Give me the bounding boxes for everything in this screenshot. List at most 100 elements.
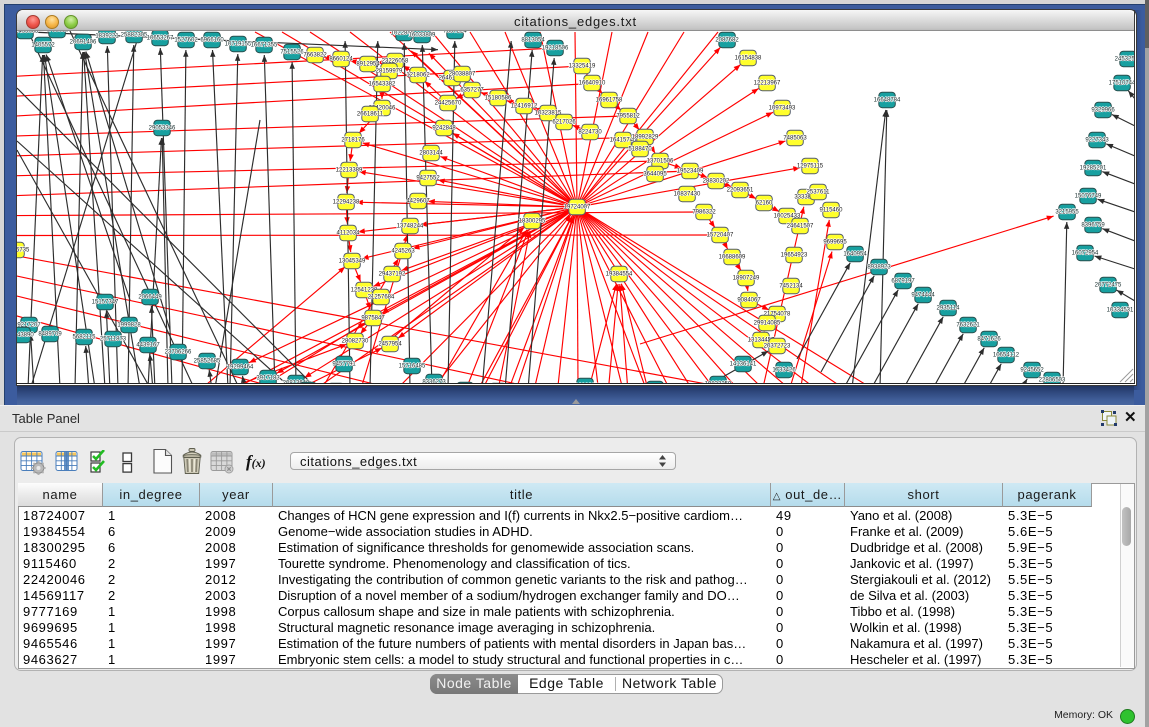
svg-text:15076749: 15076749 [1075, 194, 1102, 200]
svg-text:9699695: 9699695 [823, 240, 847, 246]
svg-text:7986322: 7986322 [692, 210, 716, 216]
svg-text:4143890: 4143890 [17, 333, 34, 339]
svg-text:10688609: 10688609 [719, 255, 746, 261]
svg-text:19384554: 19384554 [606, 272, 633, 278]
svg-text:10653267: 10653267 [147, 36, 174, 42]
svg-text:24425670: 24425670 [435, 101, 462, 107]
svg-text:3917183: 3917183 [256, 376, 280, 382]
svg-text:13701506: 13701506 [647, 159, 674, 165]
svg-text:5188470: 5188470 [628, 147, 652, 153]
svg-text:16033809: 16033809 [409, 33, 436, 39]
svg-text:18992829: 18992829 [632, 135, 659, 141]
svg-text:4112034: 4112034 [337, 231, 361, 237]
svg-text:15720407: 15720407 [707, 233, 734, 239]
svg-text:2457954: 2457954 [378, 342, 402, 348]
svg-text:9242848: 9242848 [432, 126, 456, 132]
svg-text:28159979: 28159979 [376, 69, 403, 75]
svg-text:10973493: 10973493 [769, 106, 796, 112]
svg-text:6966160: 6966160 [200, 38, 224, 44]
svg-text:2935114: 2935114 [937, 306, 961, 312]
svg-text:8224730: 8224730 [578, 130, 602, 136]
svg-text:6357277: 6357277 [460, 88, 484, 94]
svg-text:25882305: 25882305 [121, 33, 148, 39]
svg-text:9227343: 9227343 [1085, 138, 1109, 144]
svg-text:2066449: 2066449 [138, 295, 162, 301]
svg-text:24641507: 24641507 [787, 224, 814, 230]
svg-text:18300295: 18300295 [519, 219, 546, 225]
svg-text:18907249: 18907249 [733, 276, 760, 282]
svg-text:25711873: 25711873 [100, 337, 127, 343]
svg-text:1733426: 1733426 [772, 368, 796, 374]
svg-text:4429607: 4429607 [406, 199, 430, 205]
svg-text:21257684: 21257684 [368, 295, 395, 301]
svg-text:12213389: 12213389 [336, 168, 363, 174]
svg-text:7485063: 7485063 [783, 136, 807, 142]
svg-text:19724007: 19724007 [564, 205, 591, 211]
svg-text:19654923: 19654923 [781, 253, 808, 259]
svg-text:9427552: 9427552 [416, 176, 440, 182]
svg-text:19285201: 19285201 [1080, 166, 1107, 172]
svg-text:8489709: 8489709 [38, 332, 62, 338]
svg-text:1999828: 1999828 [117, 323, 141, 329]
svg-text:10719155: 10719155 [225, 42, 252, 48]
svg-text:22455603: 22455603 [17, 31, 39, 35]
svg-text:8471626: 8471626 [977, 337, 1001, 343]
svg-text:16671355: 16671355 [251, 43, 278, 49]
svg-text:16648784: 16648784 [874, 98, 901, 104]
svg-text:29914085: 29914085 [754, 321, 781, 327]
svg-text:7857224: 7857224 [443, 31, 467, 35]
svg-text:16072954: 16072954 [1072, 251, 1099, 257]
svg-text:2718176: 2718176 [341, 138, 365, 144]
svg-text:2087682: 2087682 [715, 38, 739, 44]
svg-text:14136141: 14136141 [730, 362, 757, 368]
svg-text:15157347: 15157347 [92, 300, 119, 306]
svg-text:28830202: 28830202 [703, 179, 730, 185]
svg-text:7632621: 7632621 [956, 323, 980, 329]
svg-text:1640954: 1640954 [843, 252, 867, 258]
svg-text:9457791: 9457791 [332, 362, 356, 368]
svg-text:20691406: 20691406 [70, 40, 97, 46]
svg-text:29437192: 29437192 [379, 272, 406, 278]
svg-text:62160: 62160 [756, 201, 773, 207]
svg-text:9245652: 9245652 [1020, 368, 1044, 374]
svg-text:1527602: 1527602 [174, 38, 198, 44]
svg-text:20372723: 20372723 [764, 344, 791, 350]
svg-text:16154838: 16154838 [735, 56, 762, 62]
svg-text:16543382: 16543382 [369, 82, 396, 88]
svg-text:13325419: 13325419 [569, 64, 596, 70]
svg-text:8912954: 8912954 [356, 62, 380, 68]
svg-text:17510744: 17510744 [1109, 81, 1134, 87]
svg-text:16961758: 16961758 [596, 98, 623, 104]
svg-text:5682115: 5682115 [73, 335, 97, 341]
svg-text:4439167: 4439167 [136, 343, 160, 349]
svg-text:28038807: 28038807 [449, 72, 476, 78]
svg-text:12213967: 12213967 [754, 81, 781, 87]
svg-text:8396759: 8396759 [1081, 223, 1105, 229]
svg-text:12294238: 12294238 [333, 200, 360, 206]
svg-text:20772475: 20772475 [1095, 283, 1122, 289]
svg-text:16640910: 16640910 [579, 81, 606, 87]
svg-text:8938923: 8938923 [867, 265, 891, 271]
svg-text:6217026: 6217026 [552, 120, 576, 126]
svg-text:13045349: 13045349 [339, 259, 366, 265]
svg-text:15716485: 15716485 [399, 364, 426, 370]
svg-text:7955812: 7955812 [616, 114, 640, 120]
svg-text:29053346: 29053346 [149, 126, 176, 132]
svg-text:2803144: 2803144 [419, 151, 443, 157]
svg-text:9474444: 9474444 [911, 293, 935, 299]
svg-text:19218506: 19218506 [542, 46, 569, 52]
svg-text:9329966: 9329966 [1091, 108, 1115, 114]
svg-text:1839221: 1839221 [95, 34, 119, 40]
svg-text:1405572: 1405572 [31, 43, 55, 49]
svg-text:9875847: 9875847 [361, 316, 385, 322]
svg-text:24532561: 24532561 [1115, 57, 1134, 63]
svg-text:25852685: 25852685 [194, 359, 221, 365]
svg-text:7452134: 7452134 [779, 284, 803, 290]
svg-text:9115460: 9115460 [820, 208, 844, 214]
svg-text:4735650: 4735650 [45, 31, 69, 34]
svg-text:10654112: 10654112 [993, 353, 1020, 359]
svg-text:6879197: 6879197 [891, 279, 915, 285]
svg-text:28082730: 28082730 [342, 339, 369, 345]
svg-text:12416912: 12416912 [511, 104, 538, 110]
svg-text:2537611: 2537611 [807, 190, 831, 196]
